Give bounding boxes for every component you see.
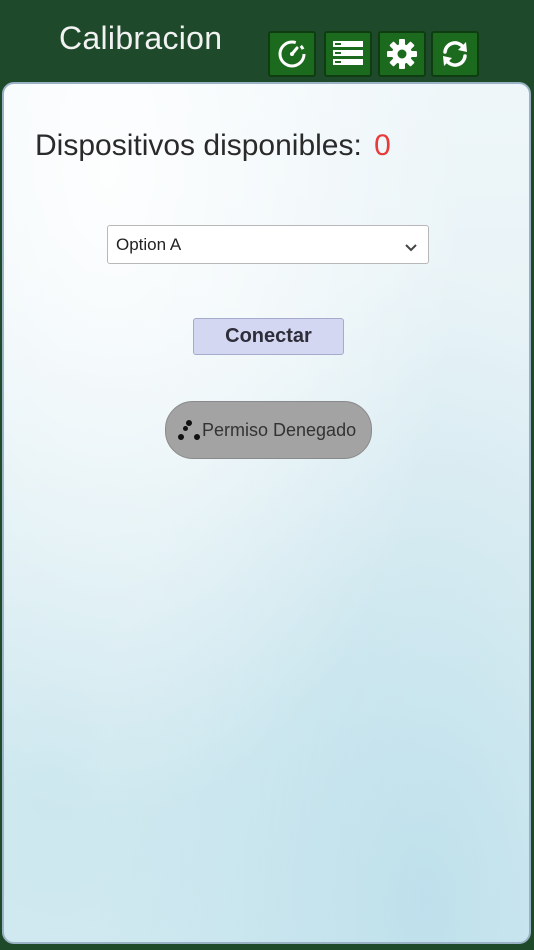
devices-available: Dispositivos disponibles: 0 (35, 129, 391, 163)
top-bar: Calibracion (0, 0, 534, 80)
list-button[interactable] (324, 31, 372, 77)
settings-button[interactable] (378, 31, 426, 77)
device-select-value: Option A (116, 234, 182, 254)
main-panel: Dispositivos disponibles: 0 Option A Con… (2, 82, 531, 944)
refresh-button[interactable] (431, 31, 479, 77)
loading-spinner-icon (174, 416, 202, 444)
page-title: Calibracion (59, 20, 223, 56)
speedometer-button[interactable] (268, 31, 316, 77)
list-icon (331, 39, 365, 69)
refresh-icon (439, 38, 471, 70)
gear-icon (386, 38, 418, 70)
device-select[interactable]: Option A (107, 225, 429, 264)
speedometer-icon (276, 38, 308, 70)
connect-button[interactable]: Conectar (193, 318, 344, 355)
toast-message: Permiso Denegado (202, 419, 357, 440)
permission-toast: Permiso Denegado (165, 401, 372, 459)
devices-label: Dispositivos disponibles: (35, 129, 362, 162)
chevron-down-icon (404, 238, 418, 258)
devices-count: 0 (374, 129, 391, 162)
